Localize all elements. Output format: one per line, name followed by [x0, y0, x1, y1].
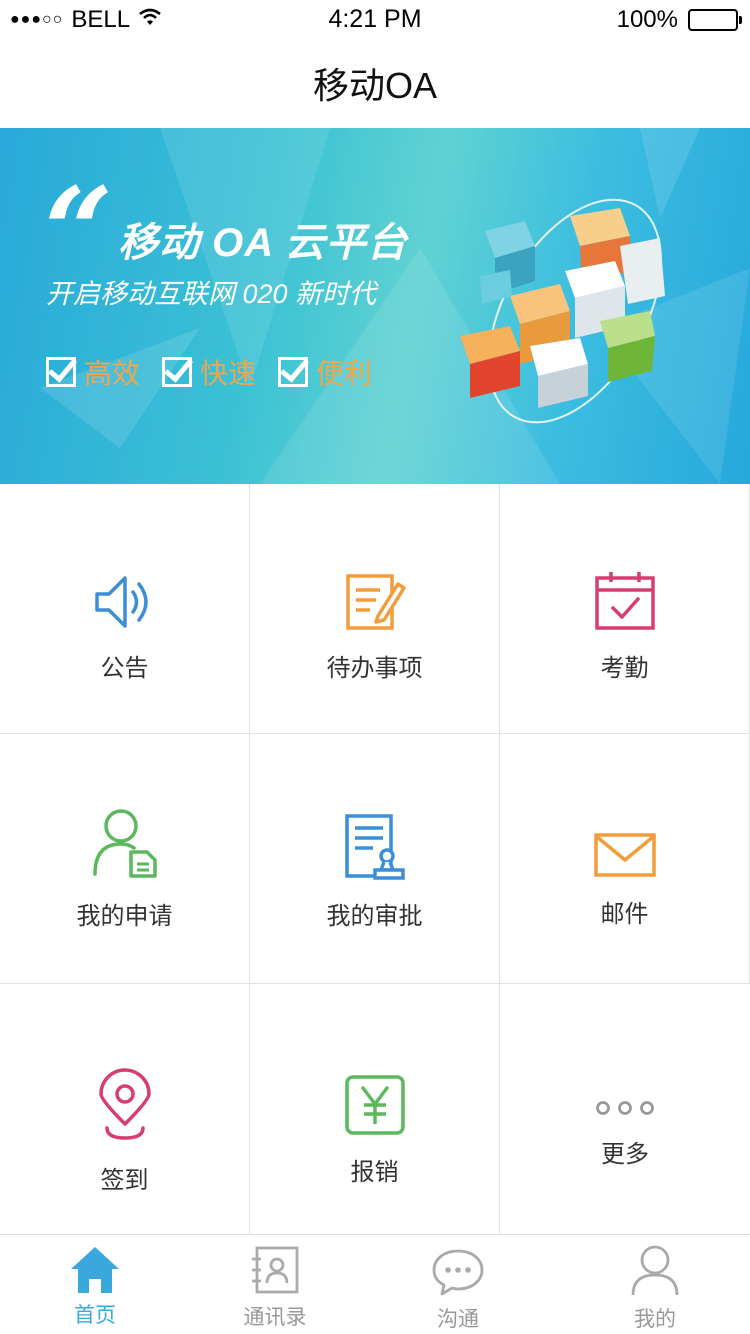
grid-item-check-in[interactable]: 签到: [0, 984, 250, 1234]
feature-item: 快速: [162, 352, 256, 392]
grid-item-more[interactable]: 更多: [500, 984, 750, 1234]
more-dots-icon: [500, 1100, 750, 1116]
tab-contacts[interactable]: 通讯录: [185, 1235, 365, 1334]
grid-item-label: 我的申请: [76, 903, 173, 930]
tab-label: 我的: [634, 1308, 676, 1331]
checkbox-icon: [162, 357, 193, 387]
banner-headline: 移动 OA 云平台: [118, 221, 408, 265]
home-icon: [5, 1245, 185, 1295]
grid-item-label: 考勤: [600, 655, 649, 682]
envelope-icon: [500, 832, 749, 878]
grid-item-label: 我的审批: [326, 903, 423, 930]
promo-banner[interactable]: “ 移动 OA 云平台 开启移动互联网 020 新时代 高效 快速 便利: [0, 128, 750, 484]
grid-item-attendance[interactable]: 考勤: [500, 484, 750, 734]
tab-label: 沟通: [437, 1308, 479, 1331]
grid-item-my-approvals[interactable]: 我的审批: [250, 734, 500, 984]
yen-icon: [250, 1074, 499, 1136]
feature-item: 便利: [278, 352, 372, 392]
profile-icon: [565, 1243, 745, 1297]
grid-item-label: 报销: [350, 1159, 399, 1186]
banner-features: 高效 快速 便利: [46, 352, 394, 392]
status-bar: ●●●○○ BELL 4:21 PM 100%: [0, 0, 750, 40]
feature-label: 便利: [316, 358, 373, 389]
tab-home[interactable]: 首页: [5, 1235, 185, 1334]
cube-illustration-icon: [460, 198, 665, 424]
banner-subline: 开启移动互联网 020 新时代: [46, 279, 377, 309]
speaker-icon: [0, 572, 249, 632]
grid-item-label: 待办事项: [326, 655, 423, 682]
grid-item-label: 签到: [100, 1167, 149, 1194]
tab-profile[interactable]: 我的: [565, 1235, 745, 1334]
tab-chat[interactable]: 沟通: [368, 1235, 548, 1334]
grid-item-label: 邮件: [600, 901, 649, 928]
feature-label: 高效: [84, 358, 141, 389]
grid-item-mail[interactable]: 邮件: [500, 734, 750, 984]
feature-grid: 公告 待办事项 考勤 我的申请 我的审批 邮件 签到 报销 更多: [0, 484, 750, 1234]
grid-item-label: 更多: [601, 1141, 649, 1168]
page-title: 移动OA: [312, 65, 437, 106]
feature-item: 高效: [46, 352, 140, 392]
checkbox-icon: [278, 357, 309, 387]
contacts-icon: [185, 1245, 365, 1295]
user-document-icon: [0, 806, 249, 878]
grid-item-reimbursement[interactable]: 报销: [250, 984, 500, 1234]
battery-percent: 100%: [616, 6, 678, 33]
battery-icon: [688, 9, 742, 31]
note-pencil-icon: [250, 572, 499, 632]
chat-bubble-icon: [368, 1247, 548, 1297]
grid-item-label: 公告: [100, 655, 149, 682]
feature-label: 快速: [200, 358, 257, 389]
tab-bar: 首页 通讯录 沟通 我的: [0, 1234, 750, 1334]
tab-label: 通讯录: [243, 1306, 307, 1329]
status-right: 100%: [616, 6, 742, 34]
grid-item-todo[interactable]: 待办事项: [250, 484, 500, 734]
grid-item-my-applications[interactable]: 我的申请: [0, 734, 250, 984]
checkbox-icon: [46, 357, 76, 387]
location-pin-icon: [0, 1068, 249, 1142]
grid-item-announcement[interactable]: 公告: [0, 484, 250, 734]
tab-label: 首页: [74, 1304, 116, 1327]
calendar-check-icon: [500, 568, 749, 632]
document-stamp-icon: [250, 812, 499, 882]
